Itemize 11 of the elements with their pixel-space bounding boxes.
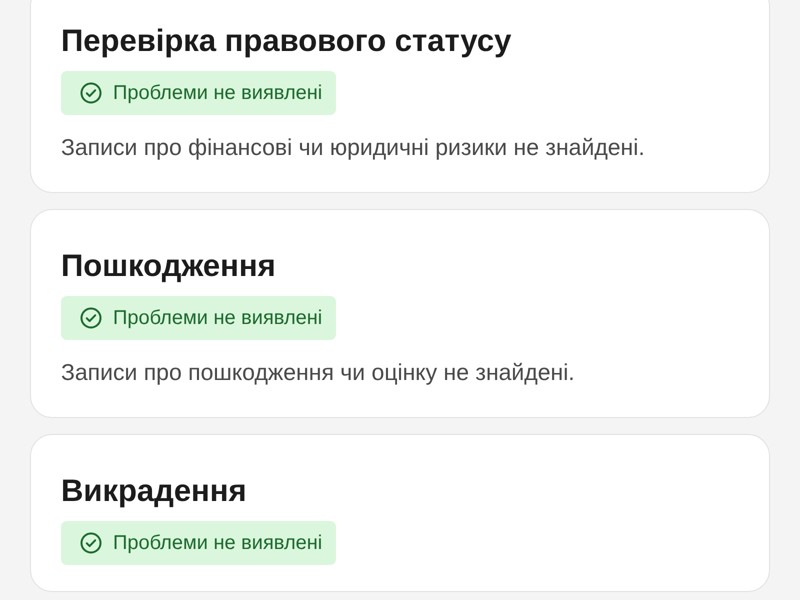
status-label: Проблеми не виявлені bbox=[113, 82, 322, 104]
card-title: Викрадення bbox=[61, 472, 248, 510]
status-label: Проблеми не виявлені bbox=[113, 532, 322, 554]
check-circle-icon bbox=[79, 531, 103, 555]
card-title: Перевірка правового статусу bbox=[61, 22, 512, 60]
status-label: Проблеми не виявлені bbox=[113, 306, 322, 330]
check-circle-icon bbox=[79, 81, 103, 105]
card-title: Пошкодження bbox=[61, 247, 277, 285]
check-circle-icon bbox=[79, 306, 103, 330]
card-description: Записи про пошкодження чи оцінку не знайдені. bbox=[61, 358, 576, 387]
card-description: Записи про фінансові чи юридичні ризики не знайдені. bbox=[61, 133, 646, 162]
